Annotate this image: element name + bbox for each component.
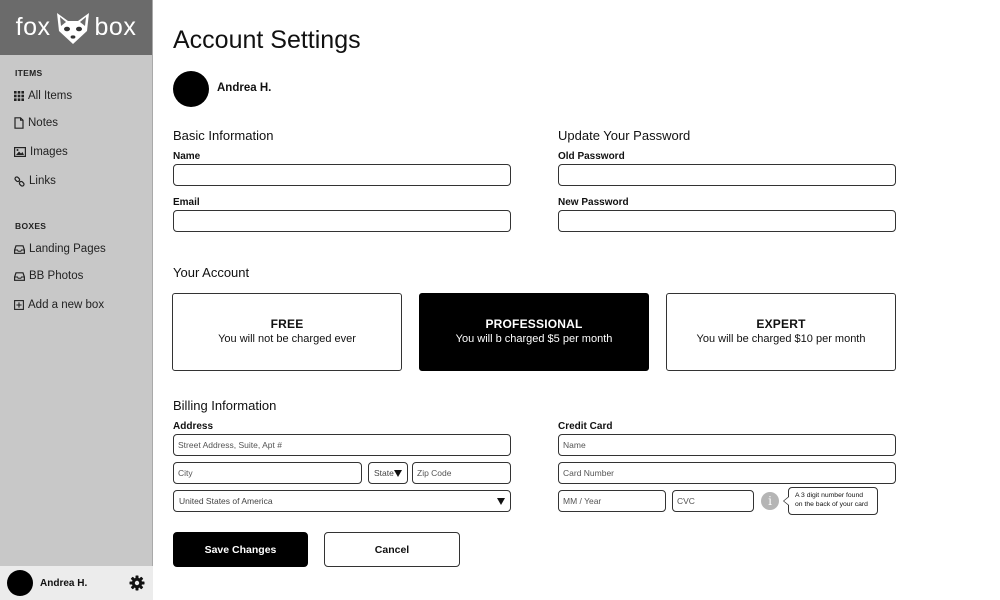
avatar[interactable] [7, 570, 33, 596]
items-section-title: ITEMS [15, 68, 43, 78]
sidebar-item-label: Notes [28, 117, 59, 129]
image-icon [14, 147, 26, 157]
email-label: Email [173, 197, 200, 208]
app-logo[interactable]: fox box [0, 0, 152, 55]
plan-card-free[interactable]: FREE You will not be charged ever [172, 293, 402, 371]
page-title: Account Settings [173, 26, 361, 54]
sidebar-item-links[interactable]: Links [14, 175, 56, 187]
plan-description: You will b charged $5 per month [455, 333, 613, 345]
inbox-icon [14, 244, 25, 254]
sidebar-item-label: Links [29, 175, 56, 187]
street-input[interactable] [173, 434, 511, 456]
sidebar-item-bb-photos[interactable]: BB Photos [14, 270, 83, 282]
note-icon [14, 117, 24, 129]
sidebar-item-label: BB Photos [29, 270, 84, 282]
tooltip-line: A 3 digit number found [795, 492, 864, 499]
plan-name: EXPERT [756, 317, 806, 331]
card-name-input[interactable] [558, 434, 896, 456]
tooltip-line: on the back of your card [795, 500, 868, 508]
country-select[interactable]: United States of America [173, 490, 511, 512]
email-input[interactable] [173, 210, 511, 232]
sidebar-item-notes[interactable]: Notes [14, 117, 58, 129]
account-heading: Your Account [173, 265, 250, 280]
profile-name: Andrea H. [217, 82, 272, 94]
sidebar-item-images[interactable]: Images [14, 146, 68, 158]
sidebar-user-name: Andrea H. [40, 577, 88, 589]
password-heading: Update Your Password [558, 128, 691, 143]
link-icon [14, 175, 25, 187]
sidebar-item-label: Add a new box [28, 299, 105, 311]
plan-description: You will be charged $10 per month [696, 333, 866, 345]
plan-description: You will not be charged ever [218, 333, 356, 345]
new-password-input[interactable] [558, 210, 896, 232]
state-select[interactable]: State [368, 462, 408, 484]
plan-name: PROFESSIONAL [485, 317, 583, 331]
country-select-value: United States of America [179, 496, 273, 506]
save-changes-button[interactable]: Save Changes [173, 532, 308, 567]
billing-heading: Billing Information [173, 398, 277, 413]
boxes-section-title: BOXES [15, 221, 47, 231]
sidebar-user-bar: Andrea H. [0, 566, 153, 600]
cvc-tooltip: A 3 digit number found on the back of yo… [783, 487, 878, 515]
grid-icon [14, 91, 24, 101]
basic-info-heading: Basic Information [173, 128, 274, 143]
city-input[interactable] [173, 462, 362, 484]
caret-down-icon [394, 470, 402, 477]
sidebar-item-label: Landing Pages [29, 243, 106, 255]
cancel-button[interactable]: Cancel [324, 532, 460, 567]
state-select-value: State [374, 468, 394, 478]
credit-card-label: Credit Card [558, 421, 613, 432]
gear-icon[interactable] [129, 575, 145, 591]
plus-square-icon [14, 300, 24, 310]
new-password-label: New Password [558, 197, 629, 208]
sidebar-item-label: Images [30, 146, 68, 158]
fox-head-icon [56, 12, 89, 44]
plan-name: FREE [270, 317, 304, 331]
sidebar-item-label: All Items [28, 90, 73, 102]
logo-text-fox: fox [15, 13, 51, 41]
profile-avatar[interactable] [173, 71, 209, 107]
plan-card-professional[interactable]: PROFESSIONAL You will b charged $5 per m… [419, 293, 649, 371]
sidebar: fox box ITEMS All Items Notes Images Lin… [0, 0, 153, 600]
zip-input[interactable] [412, 462, 511, 484]
caret-down-icon [497, 498, 505, 505]
logo-text-box: box [94, 13, 137, 41]
old-password-input[interactable] [558, 164, 896, 186]
expiry-input[interactable] [558, 490, 666, 512]
old-password-label: Old Password [558, 151, 625, 162]
info-icon[interactable]: i [761, 492, 779, 510]
inbox-icon [14, 271, 25, 281]
address-label: Address [173, 421, 214, 432]
sidebar-item-landing-pages[interactable]: Landing Pages [14, 243, 106, 255]
card-number-input[interactable] [558, 462, 896, 484]
sidebar-item-add-box[interactable]: Add a new box [14, 299, 104, 311]
cvc-input[interactable] [672, 490, 754, 512]
sidebar-item-all-items[interactable]: All Items [14, 90, 72, 102]
name-label: Name [173, 151, 201, 162]
plan-card-expert[interactable]: EXPERT You will be charged $10 per month [666, 293, 896, 371]
name-input[interactable] [173, 164, 511, 186]
